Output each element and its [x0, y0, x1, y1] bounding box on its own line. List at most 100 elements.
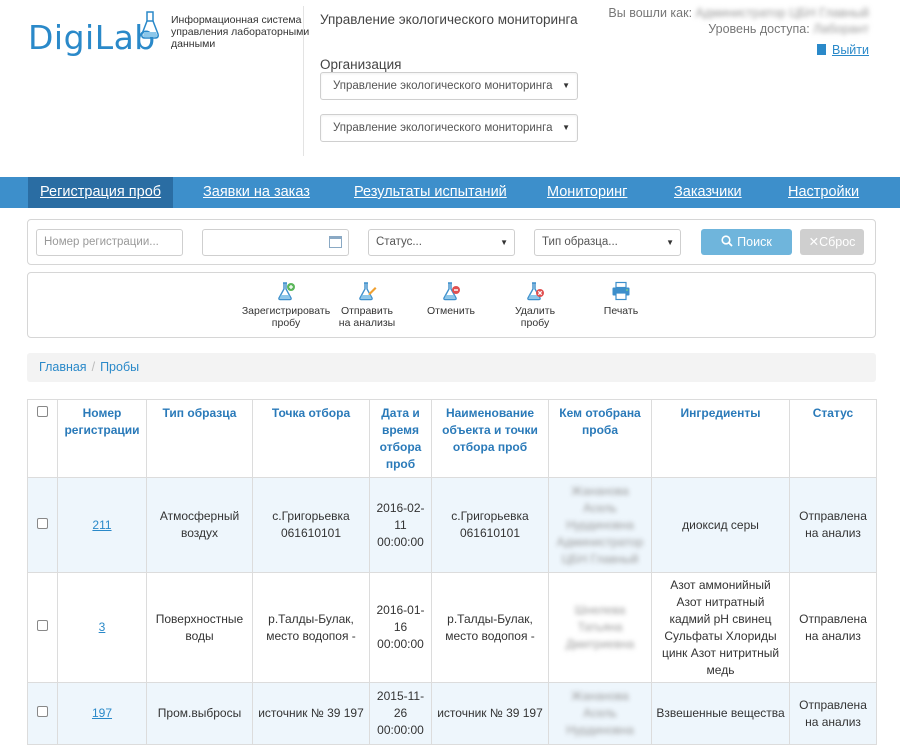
reg-number-link[interactable]: 211 [92, 518, 111, 532]
col-taken-by[interactable]: Кем отобрана проба [548, 399, 652, 478]
department-select[interactable]: Управление экологического мониторинга ▼ [320, 114, 578, 142]
col-sampling-date[interactable]: Дата и время отбора проб [369, 399, 432, 478]
row-checkbox-cell [27, 477, 58, 573]
department-select-value: Управление экологического мониторинга [333, 122, 553, 134]
col-ingredients[interactable]: Ингредиенты [651, 399, 790, 478]
reg-number-cell: 197 [57, 682, 147, 745]
register-sample-label: Зарегистрировать пробу [241, 305, 331, 329]
taken-by-value: Шнелева Татьяна Дмитриевна [565, 603, 635, 651]
nav-test-results[interactable]: Результаты испытаний [342, 177, 519, 208]
digilab-logo[interactable]: DigiLab [28, 10, 163, 60]
door-icon [816, 44, 826, 55]
taken-by-cell: Жананова Асель Нурдиновна Администратор … [548, 477, 652, 573]
search-button[interactable]: Поиск [701, 229, 792, 255]
row-checkbox[interactable] [37, 620, 48, 631]
ingredients-cell: Азот аммонийный Азот нитратный кадмий pH… [651, 572, 790, 683]
send-to-analysis-label: Отправить на анализы [338, 305, 396, 329]
sample-type-cell: Пром.выбросы [146, 682, 253, 745]
row-checkbox-cell [27, 682, 58, 745]
reset-button[interactable]: ✕Сброс [800, 229, 864, 255]
caret-down-icon: ▼ [562, 123, 570, 132]
col-object-name[interactable]: Наименование объекта и точки отбора проб [431, 399, 549, 478]
col-sample-type[interactable]: Тип образца [146, 399, 253, 478]
breadcrumb-separator: / [91, 360, 96, 374]
sample-type-cell: Атмосферный воздух [146, 477, 253, 573]
date-input[interactable] [202, 229, 349, 256]
nav-customers[interactable]: Заказчики [662, 177, 754, 208]
ingredients-cell: диоксид серы [651, 477, 790, 573]
reg-number-link[interactable]: 3 [99, 620, 106, 634]
table-row[interactable]: 211 Атмосферный воздух с.Григорьевка 061… [27, 477, 877, 573]
sample-type-select[interactable]: Тип образца... ▼ [534, 229, 681, 256]
breadcrumb: Главная / Пробы [27, 353, 876, 382]
select-all-checkbox[interactable] [37, 406, 48, 417]
logout-link[interactable]: Выйти [816, 43, 869, 57]
table-row[interactable]: 197 Пром.выбросы источник № 39 197 2015-… [27, 682, 877, 745]
table-header-row: Номер регистрации Тип образца Точка отбо… [27, 399, 877, 478]
print-button[interactable]: Печать [588, 281, 654, 317]
logged-in-label: Вы вошли как: [608, 6, 693, 20]
object-name-cell: р.Талды-Булак, место водопоя - [431, 572, 549, 683]
department-title: Управление экологического мониторинга [320, 12, 578, 27]
register-sample-button[interactable]: Зарегистрировать пробу [238, 281, 334, 329]
caret-down-icon: ▼ [500, 238, 508, 247]
reg-number-input[interactable]: Номер регистрации... [36, 229, 183, 256]
logout-label: Выйти [831, 43, 869, 57]
sampling-point-cell: с.Григорьевка 061610101 [252, 477, 370, 573]
flask-add-icon [278, 282, 295, 301]
calendar-icon[interactable] [329, 236, 342, 248]
ingredients-cell: Взвешенные вещества [651, 682, 790, 745]
filter-panel: Номер регистрации... Статус... ▼ Тип обр… [27, 219, 876, 265]
close-icon: ✕ [808, 235, 820, 249]
main-nav: Регистрация проб Заявки на заказ Результ… [0, 177, 900, 208]
nav-settings[interactable]: Настройки [776, 177, 871, 208]
reg-number-link[interactable]: 197 [92, 706, 112, 720]
taken-by-value: Жананова Асель Нурдиновна Администратор … [556, 483, 644, 566]
delete-sample-button[interactable]: Удалить пробу [502, 281, 568, 329]
logo-text: DigiLab [28, 18, 156, 57]
nav-sample-registration[interactable]: Регистрация проб [28, 177, 174, 208]
print-label: Печать [603, 305, 639, 317]
col-reg-number[interactable]: Номер регистрации [57, 399, 147, 478]
object-name-cell: с.Григорьевка 061610101 [431, 477, 549, 573]
access-label: Уровень доступа: [708, 22, 810, 36]
sampling-date-cell: 2015-11-26 00:00:00 [369, 682, 432, 745]
flask-edit-icon [359, 282, 377, 301]
printer-icon [612, 281, 630, 301]
sampling-date-cell: 2016-01-16 00:00:00 [369, 572, 432, 683]
system-name: Информационная система управления лабора… [171, 14, 310, 50]
logged-in-user: Администратор ЦБН Главный [695, 6, 869, 20]
nav-order-requests[interactable]: Заявки на заказ [191, 177, 322, 208]
search-label: Поиск [737, 235, 772, 249]
nav-monitoring[interactable]: Мониторинг [535, 177, 639, 208]
send-to-analysis-button[interactable]: Отправить на анализы [334, 281, 400, 329]
organization-select-value: Управление экологического мониторинга [333, 80, 553, 92]
breadcrumb-home[interactable]: Главная [39, 360, 87, 374]
sample-type-cell: Поверхностные воды [146, 572, 253, 683]
row-checkbox-cell [27, 572, 58, 683]
col-status[interactable]: Статус [789, 399, 877, 478]
cancel-button[interactable]: Отменить [418, 281, 484, 317]
row-checkbox[interactable] [37, 517, 48, 529]
status-cell: Отправлена на анализ [789, 572, 877, 683]
access-value: Лаборант [813, 22, 869, 36]
status-cell: Отправлена на анализ [789, 477, 877, 573]
table-row[interactable]: 3 Поверхностные воды р.Талды-Булак, мест… [27, 572, 877, 683]
col-sampling-point[interactable]: Точка отбора [252, 399, 370, 478]
organization-label: Организация [320, 57, 402, 72]
samples-table: Номер регистрации Тип образца Точка отбо… [27, 399, 877, 745]
row-checkbox[interactable] [37, 706, 48, 717]
breadcrumb-current[interactable]: Пробы [100, 360, 139, 374]
flask-icon [141, 11, 159, 39]
sampling-date-cell: 2016-02-11 00:00:00 [369, 477, 432, 573]
reset-label: Сброс [819, 235, 856, 249]
sampling-point-cell: р.Талды-Булак, место водопоя - [252, 572, 370, 683]
sampling-point-cell: источник № 39 197 [252, 682, 370, 745]
reg-number-cell: 211 [57, 477, 147, 573]
organization-select[interactable]: Управление экологического мониторинга ▼ [320, 72, 578, 100]
status-select[interactable]: Статус... ▼ [368, 229, 515, 256]
select-all-cell [27, 399, 58, 478]
flask-delete-icon [527, 282, 544, 301]
taken-by-value: Жананова Асель Нурдиновна [566, 689, 634, 737]
status-cell: Отправлена на анализ [789, 682, 877, 745]
